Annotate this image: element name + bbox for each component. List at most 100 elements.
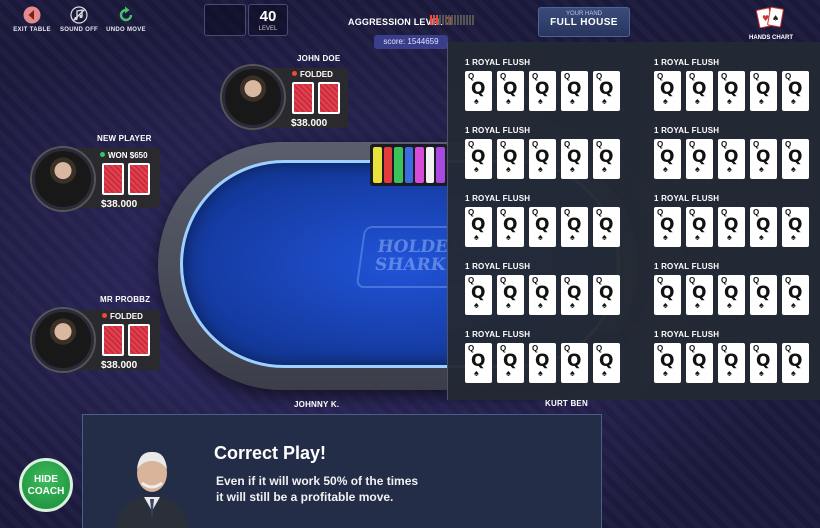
spade-icon: ♠ bbox=[759, 368, 764, 378]
svg-text:♥: ♥ bbox=[762, 14, 769, 23]
level-badge bbox=[204, 4, 246, 36]
undo-move-button[interactable]: UNDO MOVE bbox=[101, 6, 151, 33]
aggression-bar bbox=[433, 15, 435, 25]
chip-stack bbox=[436, 147, 446, 183]
spade-icon: ♠ bbox=[759, 300, 764, 310]
spade-icon: ♠ bbox=[602, 368, 607, 378]
player-stack-john-doe: $38.000 bbox=[291, 118, 328, 129]
svg-text:♠: ♠ bbox=[772, 14, 779, 23]
aggression-bar bbox=[439, 15, 441, 25]
hand-group-title: 1 ROYAL FLUSH bbox=[654, 58, 720, 67]
playing-cards-icon: ♥ ♠ bbox=[755, 6, 784, 29]
spade-icon: ♠ bbox=[570, 368, 575, 378]
playing-card: Q Q ♠ bbox=[686, 275, 713, 315]
spade-icon: ♠ bbox=[663, 232, 668, 242]
chip-stack bbox=[415, 147, 424, 183]
spade-icon: ♠ bbox=[602, 164, 607, 174]
aggression-bar bbox=[466, 15, 468, 25]
playing-card: Q Q ♠ bbox=[561, 139, 588, 179]
hands-chart-panel: 1 ROYAL FLUSH Q Q ♠ Q Q ♠ Q Q ♠ Q Q ♠ Q Q ♠ 1 ROYAL FLUS… bbox=[447, 42, 820, 400]
player-stack-new-player: $38.000 bbox=[101, 199, 138, 210]
playing-card: Q Q ♠ bbox=[593, 139, 620, 179]
logo-line-2: SHARK bbox=[373, 255, 447, 275]
playing-card: Q Q ♠ bbox=[718, 207, 745, 247]
playing-card: Q Q ♠ bbox=[654, 139, 681, 179]
spade-icon: ♠ bbox=[663, 96, 668, 106]
spade-icon: ♠ bbox=[663, 300, 668, 310]
spade-icon: ♠ bbox=[570, 164, 575, 174]
playing-card: Q Q ♠ bbox=[497, 207, 524, 247]
playing-card: Q Q ♠ bbox=[750, 139, 777, 179]
spade-icon: ♠ bbox=[791, 164, 796, 174]
spade-icon: ♠ bbox=[538, 300, 543, 310]
playing-card: Q Q ♠ bbox=[593, 207, 620, 247]
exit-table-label: EXIT TABLE bbox=[13, 27, 51, 33]
hand-group: 1 ROYAL FLUSH Q Q ♠ Q Q ♠ Q Q ♠ Q Q ♠ Q Q ♠ bbox=[654, 330, 809, 383]
playing-card: Q Q ♠ bbox=[561, 275, 588, 315]
spade-icon: ♠ bbox=[474, 164, 479, 174]
playing-card: Q Q ♠ bbox=[465, 343, 492, 383]
hand-group: 1 ROYAL FLUSH Q Q ♠ Q Q ♠ Q Q ♠ Q Q ♠ Q Q ♠ bbox=[465, 194, 620, 247]
playing-card: Q Q ♠ bbox=[465, 139, 492, 179]
score-display: score: 1544659 bbox=[374, 35, 448, 49]
coach-avatar bbox=[115, 451, 189, 528]
playing-card: Q Q ♠ bbox=[718, 275, 745, 315]
music-note-off-icon bbox=[70, 6, 88, 24]
hand-group: 1 ROYAL FLUSH Q Q ♠ Q Q ♠ Q Q ♠ Q Q ♠ Q Q ♠ bbox=[654, 58, 809, 111]
your-hand-panel: YOUR HAND FULL HOUSE bbox=[538, 7, 630, 37]
spade-icon: ♠ bbox=[791, 96, 796, 106]
spade-icon: ♠ bbox=[791, 232, 796, 242]
playing-card: Q Q ♠ bbox=[593, 71, 620, 111]
playing-card: Q Q ♠ bbox=[718, 343, 745, 383]
playing-card: Q Q ♠ bbox=[654, 207, 681, 247]
hand-group: 1 ROYAL FLUSH Q Q ♠ Q Q ♠ Q Q ♠ Q Q ♠ Q Q ♠ bbox=[654, 262, 809, 315]
hand-group-title: 1 ROYAL FLUSH bbox=[654, 194, 720, 203]
sound-toggle-button[interactable]: SOUND OFF bbox=[54, 6, 104, 33]
status-text: FOLDED bbox=[110, 312, 143, 321]
aggression-bar bbox=[472, 15, 474, 25]
aggression-bar bbox=[436, 15, 438, 25]
spade-icon: ♠ bbox=[538, 96, 543, 106]
spade-icon: ♠ bbox=[791, 368, 796, 378]
player-status-new-player: WON $650 bbox=[100, 151, 148, 160]
chip-stack bbox=[425, 147, 435, 183]
playing-card: Q Q ♠ bbox=[497, 275, 524, 315]
avatar-new-player[interactable] bbox=[32, 148, 94, 210]
spade-icon: ♠ bbox=[474, 368, 479, 378]
hand-group: 1 ROYAL FLUSH Q Q ♠ Q Q ♠ Q Q ♠ Q Q ♠ Q Q ♠ bbox=[654, 126, 809, 179]
avatar-john-doe[interactable] bbox=[222, 66, 284, 128]
spade-icon: ♠ bbox=[538, 232, 543, 242]
coach-message-line-1: Even if it will work 50% of the times bbox=[216, 474, 419, 488]
hand-group-title: 1 ROYAL FLUSH bbox=[654, 262, 720, 271]
spade-icon: ♠ bbox=[506, 368, 511, 378]
playing-card: Q Q ♠ bbox=[529, 275, 556, 315]
exit-table-button[interactable]: EXIT TABLE bbox=[7, 6, 57, 33]
hide-coach-button[interactable]: HIDE COACH bbox=[19, 458, 73, 512]
spade-icon: ♠ bbox=[506, 232, 511, 242]
playing-card: Q Q ♠ bbox=[529, 71, 556, 111]
spade-icon: ♠ bbox=[695, 300, 700, 310]
avatar-mr-probbz[interactable] bbox=[32, 309, 94, 371]
playing-card: Q Q ♠ bbox=[750, 275, 777, 315]
spade-icon: ♠ bbox=[506, 300, 511, 310]
hands-chart-button[interactable]: ♥ ♠ HANDS CHART bbox=[746, 6, 796, 41]
top-toolbar: EXIT TABLE SOUND OFF UNDO MOVE 40 LEVEL … bbox=[0, 0, 820, 41]
playing-card: Q Q ♠ bbox=[465, 207, 492, 247]
undo-arrow-icon bbox=[119, 6, 133, 22]
chip-stack bbox=[373, 147, 382, 183]
your-hand-value: FULL HOUSE bbox=[550, 17, 618, 28]
aggression-bar bbox=[457, 15, 459, 25]
hide-coach-label-1: HIDE bbox=[34, 474, 58, 485]
status-text: WON $650 bbox=[108, 151, 148, 160]
spade-icon: ♠ bbox=[727, 232, 732, 242]
aggression-bar bbox=[469, 15, 471, 25]
hand-group-title: 1 ROYAL FLUSH bbox=[465, 126, 531, 135]
playing-card: Q Q ♠ bbox=[750, 71, 777, 111]
level-value: 40 bbox=[259, 8, 277, 25]
hand-group: 1 ROYAL FLUSH Q Q ♠ Q Q ♠ Q Q ♠ Q Q ♠ Q Q ♠ bbox=[465, 330, 620, 383]
hand-group-title: 1 ROYAL FLUSH bbox=[465, 262, 531, 271]
player-name-new-player: NEW PLAYER bbox=[97, 134, 152, 143]
status-text: FOLDED bbox=[300, 70, 333, 79]
chip-stack bbox=[394, 147, 403, 183]
spade-icon: ♠ bbox=[538, 368, 543, 378]
